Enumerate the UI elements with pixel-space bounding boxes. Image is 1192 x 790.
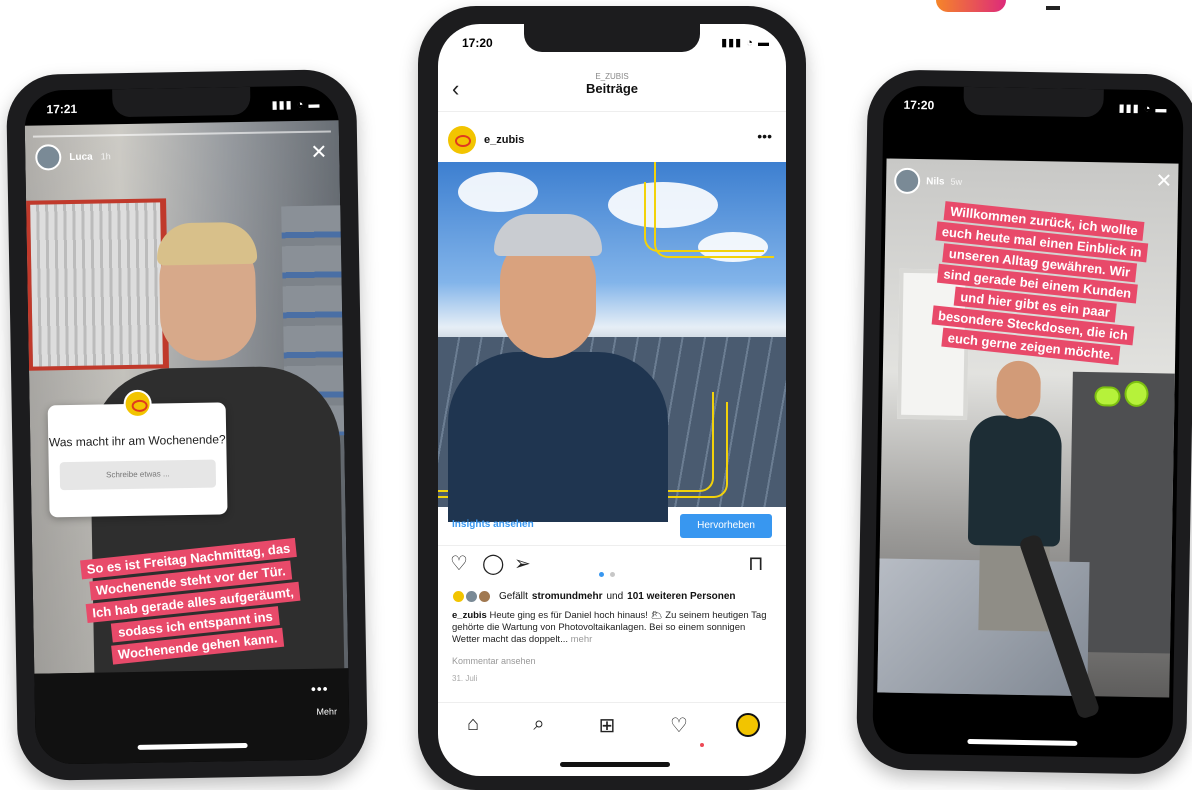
profile-tab-avatar[interactable]	[736, 713, 760, 737]
avatar[interactable]	[35, 144, 62, 171]
likes-prefix: Gefällt	[499, 591, 528, 602]
insights-row: Insights ansehen Hervorheben	[438, 506, 786, 546]
home-icon[interactable]: ⌂	[458, 713, 488, 736]
question-sticker[interactable]: Was macht ihr am Wochenende? Schreibe et…	[47, 389, 228, 518]
story-screen-left: 17:21 ▮▮▮ ◔ ▬ Luca 1h ✕ Was macht ihr am…	[24, 85, 350, 765]
question-answer-input[interactable]: Schreibe etwas ...	[59, 459, 217, 491]
tab-bar: ⌂ ⌕ ⊞ ♡	[438, 702, 786, 752]
cloud	[458, 172, 538, 212]
caption-username[interactable]: e_zubis	[452, 610, 487, 621]
story-header[interactable]: Luca 1h	[35, 142, 111, 171]
phone-center: 17:20 ▮▮▮ ◔ ▬ ‹ E_ZUBIS Beiträge e_zubis…	[418, 6, 806, 790]
more-label[interactable]: Mehr	[316, 706, 337, 716]
bookmark-icon[interactable]: ⊓	[748, 554, 764, 574]
page-title: Beiträge	[585, 81, 639, 96]
showcase: 17:21 ▮▮▮ ◔ ▬ Luca 1h ✕ Was macht ihr am…	[0, 0, 1192, 790]
story-timestamp: 1h	[100, 151, 111, 162]
plug-sticker-icon	[1094, 380, 1159, 431]
plus-square-icon[interactable]: ⊞	[592, 713, 622, 738]
home-indicator	[967, 739, 1078, 746]
person-cap	[494, 214, 602, 256]
status-time: 17:20	[903, 97, 935, 113]
avatar	[465, 590, 478, 603]
send-icon[interactable]: ➢	[514, 554, 531, 574]
story-username[interactable]: Luca	[69, 151, 93, 162]
post-username[interactable]: e_zubis	[484, 134, 524, 146]
phone-notch	[963, 86, 1104, 118]
avatar	[478, 590, 491, 603]
feed-screen: 17:20 ▮▮▮ ◔ ▬ ‹ E_ZUBIS Beiträge e_zubis…	[438, 24, 786, 776]
story-progress-bar	[32, 130, 331, 138]
view-insights-link[interactable]: Insights ansehen	[452, 519, 534, 530]
carousel-indicator	[598, 564, 616, 582]
glass-rack	[26, 198, 170, 371]
status-icons: ▮▮▮ ◔ ▬	[721, 37, 770, 49]
story-header[interactable]: Nils 5w	[893, 167, 963, 195]
carousel-dot-active	[599, 572, 604, 577]
decor-line	[654, 162, 774, 258]
story-screen-right: 17:20 ▮▮▮ ◔ ▬ Nils 5w ✕ Willkommen zurüc…	[872, 85, 1184, 759]
promote-button[interactable]: Hervorheben	[680, 514, 772, 538]
view-comments-link[interactable]: Kommentar ansehen	[452, 656, 536, 666]
search-icon[interactable]: ⌕	[524, 713, 554, 736]
caption-more-link[interactable]: mehr	[571, 634, 593, 645]
avatar[interactable]	[448, 126, 476, 154]
more-options-icon[interactable]: •••	[757, 128, 772, 144]
status-icons: ▮▮▮ ◔ ▬	[1118, 102, 1168, 116]
story-timestamp: 5w	[950, 176, 963, 187]
more-dots-icon[interactable]: •••	[311, 681, 329, 697]
story-photo: Luca 1h ✕ Was macht ihr am Wochenende? S…	[24, 120, 349, 680]
plug-icon	[1094, 386, 1121, 407]
person-body	[967, 415, 1063, 547]
brand-logo-icon	[123, 389, 152, 419]
status-time: 17:20	[462, 36, 493, 50]
posts-header: ‹ E_ZUBIS Beiträge	[438, 68, 786, 112]
close-icon[interactable]: ✕	[1155, 168, 1172, 193]
post-actions: ♡ ◯ ➢ ⊓	[438, 550, 786, 584]
post-date: 31. Juli	[452, 674, 478, 683]
story-footer: ••• Mehr	[34, 668, 350, 765]
notification-dot	[700, 743, 704, 747]
avatar[interactable]	[893, 167, 921, 195]
story-caption: Willkommen zurück, ich wollte euch heute…	[901, 197, 1173, 370]
person-body	[448, 352, 668, 522]
heart-icon[interactable]: ♡	[450, 554, 468, 574]
post-caption: e_zubis Heute ging es für Daniel hoch hi…	[452, 610, 774, 646]
caption-text: Heute ging es für Daniel hoch hinaus! 🌥 …	[452, 610, 767, 645]
status-time: 17:21	[46, 101, 78, 117]
question-title: Was macht ihr am Wochenende?	[48, 432, 226, 450]
status-icons: ▮▮▮ ◔ ▬	[271, 98, 321, 112]
carousel-dot	[610, 572, 616, 577]
post-header: e_zubis •••	[438, 116, 786, 164]
phone-notch	[112, 86, 251, 118]
likes-count[interactable]: 101 weiteren Personen	[627, 591, 735, 602]
story-username[interactable]: Nils	[926, 176, 945, 187]
header-account: E_ZUBIS	[595, 72, 629, 81]
logo-fragment	[1046, 0, 1060, 10]
likes-mid: und	[606, 591, 624, 602]
instagram-logo-icon	[936, 0, 1006, 12]
phone-right: 17:20 ▮▮▮ ◔ ▬ Nils 5w ✕ Willkommen zurüc…	[855, 69, 1192, 775]
likes-user[interactable]: stromundmehr	[532, 591, 603, 602]
phone-notch	[524, 24, 700, 52]
person-hair	[156, 221, 258, 266]
activity-heart-icon[interactable]: ♡	[664, 713, 694, 738]
person-head	[996, 360, 1042, 420]
home-indicator	[560, 762, 670, 767]
close-icon[interactable]: ✕	[310, 142, 327, 164]
likes-row[interactable]: Gefällt stromundmehr und 101 weiteren Pe…	[452, 590, 782, 603]
avatar	[452, 590, 465, 603]
socket-icon	[1124, 380, 1149, 408]
comment-icon[interactable]: ◯	[482, 554, 504, 574]
phone-left: 17:21 ▮▮▮ ◔ ▬ Luca 1h ✕ Was macht ihr am…	[5, 68, 369, 782]
post-image[interactable]	[438, 162, 786, 522]
chevron-left-icon[interactable]: ‹	[452, 76, 459, 102]
